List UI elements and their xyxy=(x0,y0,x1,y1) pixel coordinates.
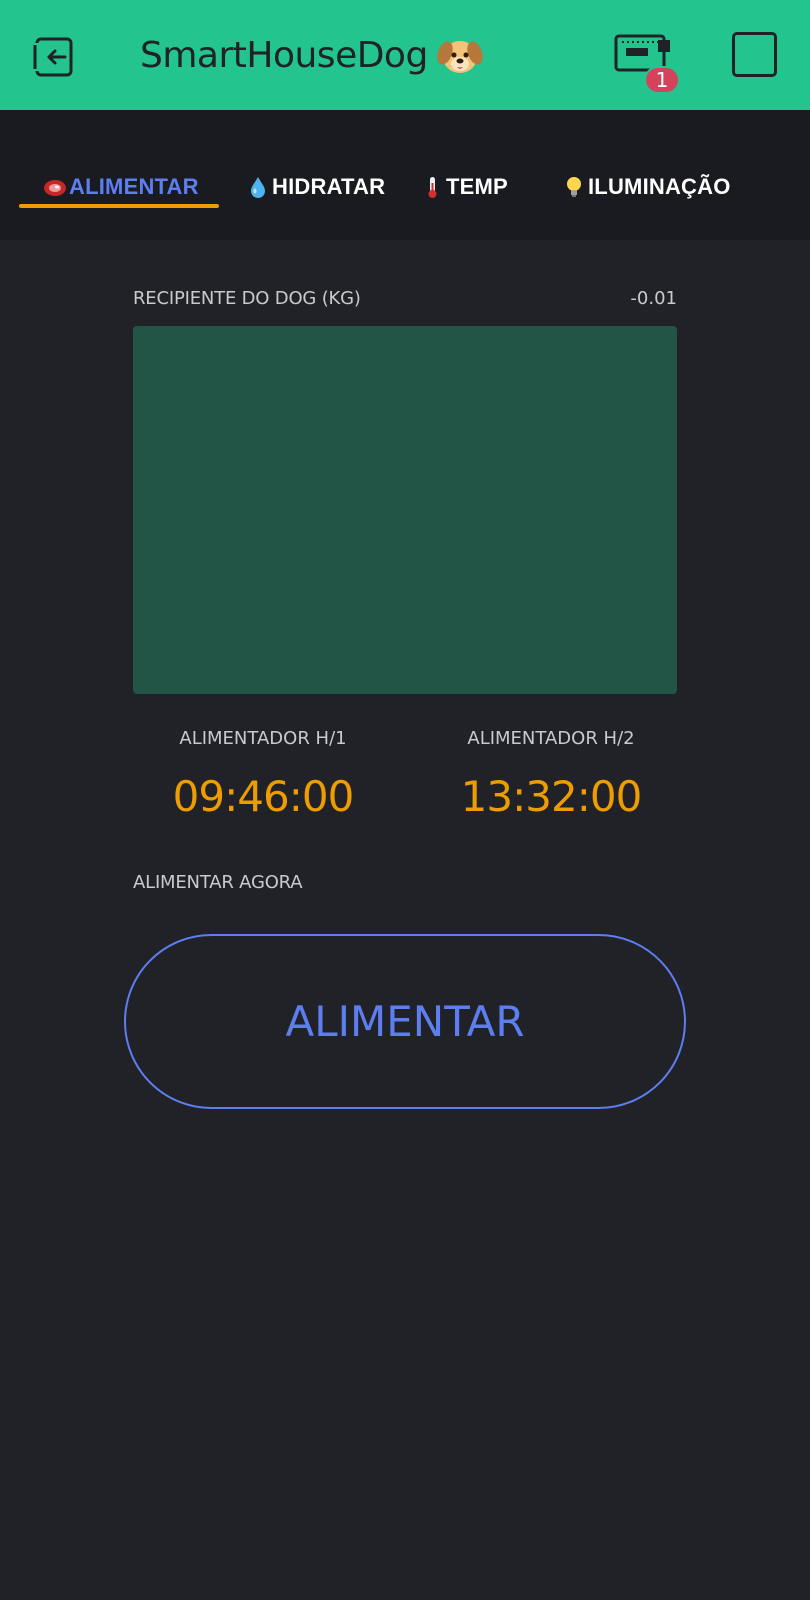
level-label: RECIPIENTE DO DOG (KG) xyxy=(133,288,361,309)
tab-temp[interactable]: TEMP xyxy=(420,162,508,212)
device-status-button[interactable]: 1 xyxy=(614,30,680,96)
app-title: SmartHouseDog xyxy=(140,34,428,76)
exit-button[interactable] xyxy=(28,28,84,84)
title-group: SmartHouseDog xyxy=(140,30,484,80)
dog-face-icon xyxy=(437,41,483,73)
timer-1-value[interactable]: 09:46:00 xyxy=(123,772,403,821)
level-gauge xyxy=(133,326,677,694)
droplet-icon xyxy=(251,177,265,198)
tab-label: HIDRATAR xyxy=(272,174,386,199)
tab-label: ILUMINAÇÃO xyxy=(588,174,731,199)
tab-bar: ALIMENTAR HIDRATAR TEMP ILUMINAÇÃO xyxy=(0,110,810,240)
feed-now-label: ALIMENTAR AGORA xyxy=(133,872,303,893)
exit-icon xyxy=(33,37,73,77)
timer-2-value[interactable]: 13:32:00 xyxy=(411,772,691,821)
timer-2-label: ALIMENTADOR H/2 xyxy=(467,728,635,749)
feed-button[interactable]: ALIMENTAR xyxy=(124,934,686,1109)
tab-hidratar[interactable]: HIDRATAR xyxy=(246,162,385,212)
tab-iluminacao[interactable]: ILUMINAÇÃO xyxy=(562,162,731,212)
notification-badge: 1 xyxy=(644,66,680,94)
stop-button[interactable] xyxy=(732,32,777,77)
thermometer-icon xyxy=(428,177,437,198)
tab-label: TEMP xyxy=(446,174,508,199)
tab-label: ALIMENTAR xyxy=(69,174,199,199)
timer-1-label: ALIMENTADOR H/1 xyxy=(179,728,347,749)
active-tab-indicator xyxy=(19,204,219,208)
lightbulb-icon xyxy=(567,177,581,197)
app-header: SmartHouseDog 1 xyxy=(0,0,810,110)
level-value: -0.01 xyxy=(630,288,677,309)
level-fill xyxy=(133,326,677,694)
meat-icon xyxy=(44,180,66,196)
